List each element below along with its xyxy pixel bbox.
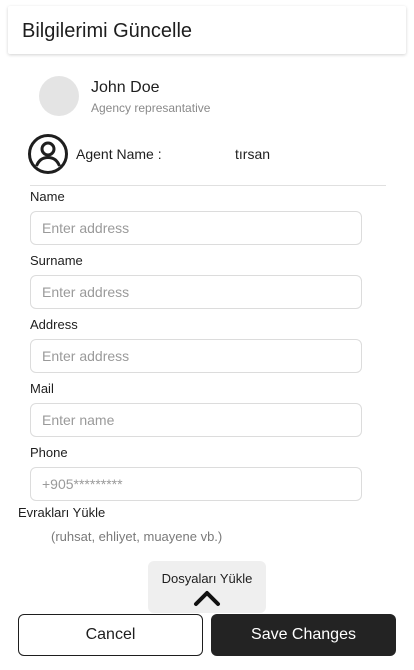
user-role: Agency represantative: [91, 101, 211, 115]
agent-name-label: Agent Name :: [76, 146, 162, 162]
mail-input[interactable]: [30, 403, 362, 437]
phone-label: Phone: [30, 445, 68, 460]
avatar: [39, 76, 79, 116]
user-name: John Doe: [91, 79, 160, 96]
address-label: Address: [30, 317, 78, 332]
page-title: Bilgilerimi Güncelle: [22, 20, 193, 42]
name-label: Name: [30, 189, 65, 204]
page-header: Bilgilerimi Güncelle: [8, 6, 406, 54]
phone-input[interactable]: [30, 467, 362, 501]
documents-hint: (ruhsat, ehliyet, muayene vb.): [51, 529, 223, 544]
cancel-button[interactable]: Cancel: [18, 614, 203, 656]
address-input[interactable]: [30, 339, 362, 373]
documents-title: Evrakları Yükle: [18, 505, 106, 520]
surname-input[interactable]: [30, 275, 362, 309]
upload-files-label: Dosyaları Yükle: [161, 571, 253, 586]
surname-label: Surname: [30, 253, 83, 268]
agent-name-value: tırsan: [235, 146, 271, 162]
save-changes-button[interactable]: Save Changes: [211, 614, 396, 656]
name-input[interactable]: [30, 211, 362, 245]
user-circle-icon: [28, 134, 68, 174]
divider: [30, 185, 386, 186]
upload-files-button[interactable]: Dosyaları Yükle: [148, 561, 266, 613]
chevron-up-icon: [194, 591, 220, 606]
mail-label: Mail: [30, 381, 54, 396]
